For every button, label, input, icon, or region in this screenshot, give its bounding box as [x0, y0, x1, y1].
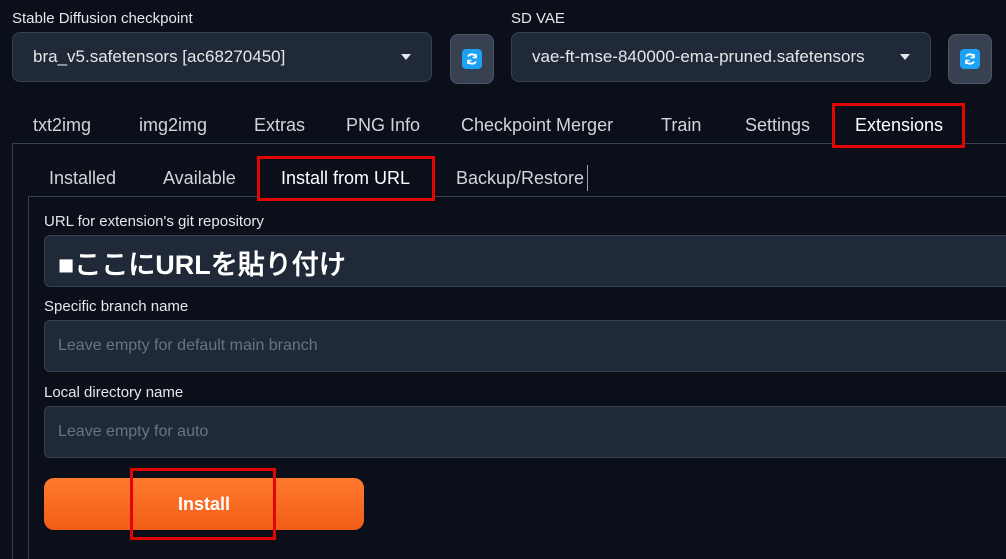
directory-input[interactable]	[44, 406, 1006, 458]
branch-input[interactable]	[44, 320, 1006, 372]
checkpoint-refresh-button[interactable]	[450, 34, 494, 84]
tabs-divider	[12, 143, 832, 144]
panel-left-border	[12, 143, 13, 559]
highlight-box-install	[130, 468, 276, 540]
subtab-backup-restore[interactable]: Backup/Restore	[456, 168, 584, 189]
url-field-label: URL for extension's git repository	[44, 213, 264, 230]
chevron-down-icon	[401, 54, 411, 60]
tab-train[interactable]: Train	[661, 115, 701, 136]
branch-field-label: Specific branch name	[44, 298, 189, 315]
subtab-installed[interactable]: Installed	[49, 168, 116, 189]
tab-settings[interactable]: Settings	[745, 115, 810, 136]
vae-dropdown[interactable]: vae-ft-mse-840000-ema-pruned.safetensors	[511, 32, 931, 82]
vae-value: vae-ft-mse-840000-ema-pruned.safetensors	[532, 47, 865, 66]
refresh-icon	[960, 49, 980, 69]
chevron-down-icon	[900, 54, 910, 60]
tab-png-info[interactable]: PNG Info	[346, 115, 420, 136]
vae-refresh-button[interactable]	[948, 34, 992, 84]
refresh-icon	[462, 49, 482, 69]
subtab-available[interactable]: Available	[163, 168, 236, 189]
checkpoint-dropdown[interactable]: bra_v5.safetensors [ac68270450]	[12, 32, 432, 82]
checkpoint-value: bra_v5.safetensors [ac68270450]	[33, 47, 286, 66]
subtabs-divider-left	[28, 196, 257, 197]
subtabs-divider-right	[435, 196, 1006, 197]
tab-img2img[interactable]: img2img	[139, 115, 207, 136]
highlight-box-install-from-url	[257, 156, 435, 201]
text-cursor	[587, 165, 588, 191]
directory-field-label: Local directory name	[44, 384, 184, 401]
inner-panel-left-border	[28, 196, 29, 559]
vae-label: SD VAE	[511, 10, 565, 27]
tab-txt2img[interactable]: txt2img	[33, 115, 91, 136]
tabs-divider-right	[965, 143, 1006, 144]
url-input-value: ■ここにURLを貼り付け	[58, 250, 346, 280]
highlight-box-extensions	[832, 103, 965, 148]
tab-checkpoint-merger[interactable]: Checkpoint Merger	[461, 115, 613, 136]
checkpoint-label: Stable Diffusion checkpoint	[12, 10, 193, 27]
tab-extras[interactable]: Extras	[254, 115, 305, 136]
